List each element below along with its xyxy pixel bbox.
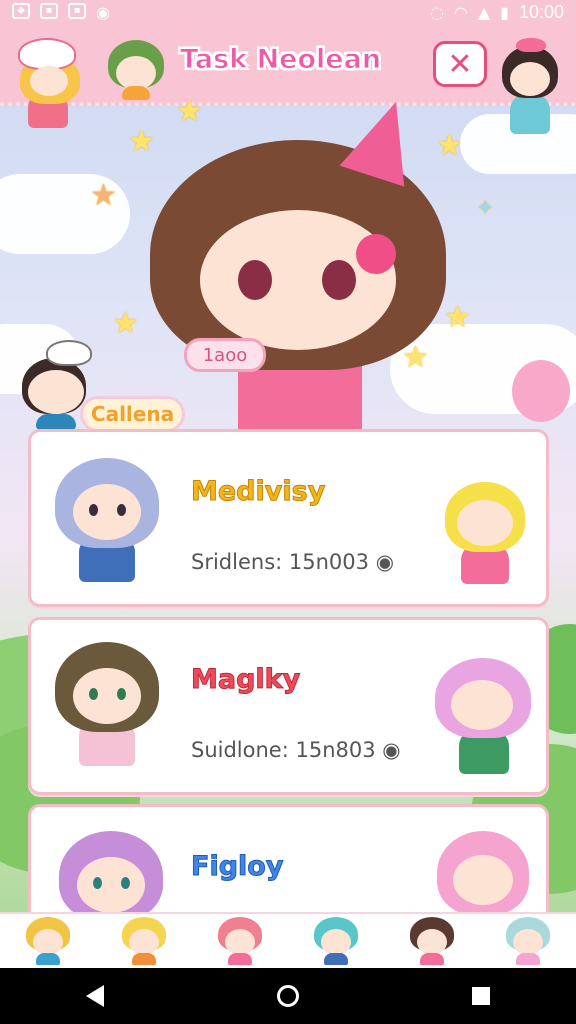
notification-icon: ◉ — [96, 2, 110, 22]
task-meta: Sridlens: 15n003 ◉ — [191, 550, 395, 574]
star-icon: ★ — [90, 178, 117, 213]
avatar — [500, 38, 560, 148]
status-time: 10:00 — [518, 1, 564, 22]
page-title: Task Neolean — [179, 44, 382, 76]
battery-icon: ▮ — [500, 2, 509, 22]
wifi-icon: ◠ — [453, 2, 468, 22]
section-label: Callena — [80, 396, 185, 432]
status-bar: ◆ ▪ ▪ ◉ ◌ ◠ ▲ ▮ 10:00 — [0, 0, 576, 24]
avatar — [49, 450, 165, 590]
star-icon: ★ — [112, 306, 139, 341]
hero-character — [150, 91, 450, 440]
bottom-tab-bar — [0, 912, 576, 968]
task-name: Medivisy — [190, 476, 326, 508]
pin-icon: ◉ — [382, 738, 401, 762]
tab-character-2[interactable] — [118, 915, 170, 967]
balloon — [512, 360, 570, 422]
task-name: Maglky — [190, 664, 301, 696]
star-icon: ✦ — [476, 196, 495, 221]
avatar — [439, 472, 531, 592]
task-card[interactable]: Maglky Suidlone: 15n803 ◉ — [28, 617, 549, 795]
location-icon: ◌ — [429, 2, 444, 22]
notification-icon: ▪ — [68, 2, 86, 19]
notification-icon: ▪ — [40, 2, 58, 19]
task-card[interactable]: Medivisy Sridlens: 15n003 ◉ — [28, 429, 549, 607]
tab-character-6[interactable] — [502, 915, 554, 967]
avatar — [429, 648, 537, 778]
hair-flower-icon — [356, 234, 396, 274]
avatar — [16, 38, 86, 138]
tab-character-1[interactable] — [22, 915, 74, 967]
system-nav-bar — [0, 968, 576, 1024]
tab-character-4[interactable] — [310, 915, 362, 967]
avatar — [49, 634, 165, 774]
notification-icon: ◆ — [12, 2, 30, 19]
recent-apps-icon[interactable] — [471, 987, 490, 1005]
home-icon[interactable] — [276, 985, 299, 1007]
tab-character-3[interactable] — [214, 915, 266, 967]
tab-character-5[interactable] — [406, 915, 458, 967]
close-icon: ✕ — [447, 46, 473, 82]
close-button[interactable]: ✕ — [433, 41, 487, 87]
app-screen: Task Neolean ✕ ★ ★ ★ ★ ★ ★ ★ ✦ 1aoo Call… — [0, 24, 576, 968]
hero-badge: 1aoo — [184, 338, 266, 372]
back-icon[interactable] — [86, 985, 105, 1007]
header: Task Neolean ✕ — [0, 24, 576, 134]
task-name: Figloy — [190, 851, 284, 883]
pin-icon: ◉ — [375, 550, 395, 574]
task-meta: Suidlone: 15n803 ◉ — [191, 738, 401, 762]
avatar — [108, 40, 164, 100]
signal-icon: ▲ — [477, 2, 491, 22]
